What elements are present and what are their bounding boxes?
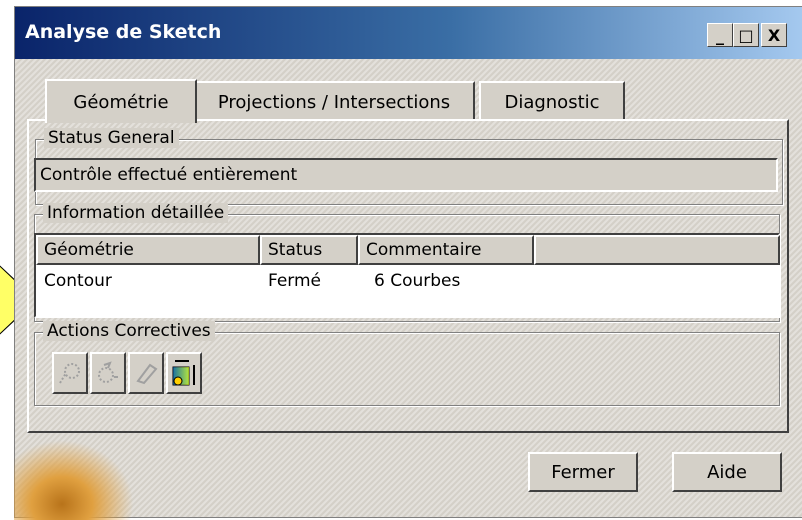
- tab-diagnostic[interactable]: Diagnostic: [479, 81, 625, 121]
- tab-label: Projections / Intersections: [217, 91, 451, 113]
- aide-button[interactable]: Aide: [672, 452, 782, 492]
- cell-geometrie[interactable]: Contour: [44, 271, 112, 291]
- tab-label: Géométrie: [73, 91, 169, 113]
- details-table: Géométrie Status Commentaire Contour Fer…: [34, 233, 780, 318]
- tab-label: Diagnostic: [504, 91, 600, 113]
- eraser-icon[interactable]: [128, 352, 164, 394]
- column-header-status[interactable]: Status: [260, 235, 358, 265]
- column-header-commentaire[interactable]: Commentaire: [358, 235, 534, 265]
- column-header-geometrie[interactable]: Géométrie: [36, 235, 260, 265]
- title-bar[interactable]: Analyse de Sketch _ □ X: [15, 7, 802, 59]
- dimension-constraint-icon[interactable]: [166, 352, 202, 394]
- close-button[interactable]: X: [761, 23, 787, 47]
- group-label: Actions Correctives: [43, 321, 215, 341]
- app-logo-swoosh: [14, 440, 134, 520]
- column-header-empty[interactable]: [534, 235, 780, 265]
- tab-projections[interactable]: Projections / Intersections: [193, 81, 475, 121]
- window-title: Analyse de Sketch: [25, 21, 222, 43]
- group-label: Information détaillée: [43, 203, 229, 223]
- maximize-button[interactable]: □: [733, 23, 759, 47]
- cell-status[interactable]: Fermé: [268, 271, 321, 291]
- tab-geometrie[interactable]: Géométrie: [45, 79, 197, 123]
- status-general-field: Contrôle effectué entièrement: [34, 158, 778, 192]
- trace-points-icon[interactable]: [52, 352, 88, 394]
- group-label: Status General: [44, 128, 179, 148]
- cell-commentaire[interactable]: 6 Courbes: [374, 271, 460, 291]
- fermer-button[interactable]: Fermer: [528, 452, 638, 492]
- minimize-button[interactable]: _: [707, 23, 733, 47]
- rotate-points-icon[interactable]: [90, 352, 126, 394]
